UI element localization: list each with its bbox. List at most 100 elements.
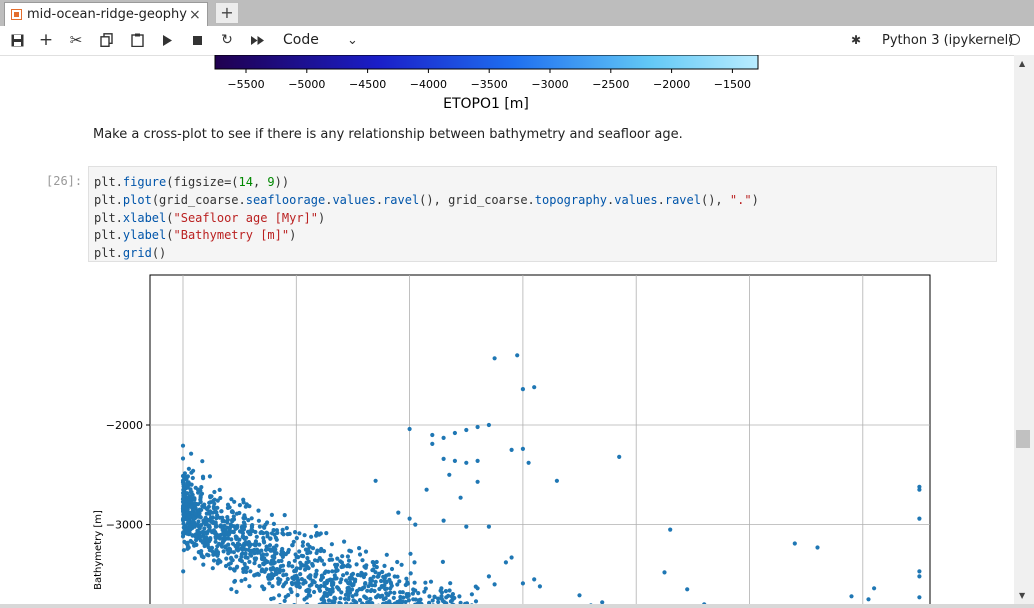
- code-token: plt.: [94, 210, 123, 225]
- data-point: [381, 574, 386, 579]
- data-point: [305, 556, 310, 561]
- restart-icon[interactable]: ↻: [218, 30, 236, 50]
- data-point: [294, 555, 299, 560]
- data-point: [432, 594, 437, 599]
- close-tab-icon[interactable]: ×: [189, 7, 201, 23]
- data-point: [446, 593, 451, 598]
- data-point: [231, 550, 236, 555]
- data-point: [281, 584, 286, 589]
- data-point: [199, 485, 204, 490]
- data-point: [286, 563, 291, 568]
- data-point: [282, 598, 287, 603]
- data-point: [304, 595, 309, 600]
- code-token: plt.: [94, 192, 123, 207]
- data-point: [333, 568, 339, 573]
- code-token: 14: [238, 175, 253, 189]
- data-point: [206, 553, 211, 558]
- data-point: [515, 353, 520, 358]
- data-point: [247, 504, 252, 509]
- debugger-bug-icon[interactable]: ✱: [851, 33, 861, 47]
- stop-icon[interactable]: [188, 30, 206, 50]
- data-point: [917, 595, 922, 600]
- tab-bar: mid-ocean-ridge-geophysics × +: [0, 0, 1034, 26]
- data-point: [322, 598, 327, 603]
- data-point: [439, 590, 444, 595]
- cell-type-select[interactable]: Code: [283, 32, 319, 48]
- data-point: [192, 556, 197, 561]
- cut-icon[interactable]: ✂: [66, 30, 86, 50]
- data-point: [382, 563, 387, 568]
- data-point: [256, 518, 261, 523]
- paste-icon[interactable]: [128, 30, 146, 50]
- scroll-down-icon[interactable]: ▼: [1019, 591, 1025, 600]
- code-cell[interactable]: plt.figure(figsize=(14, 9)) plt.plot(gri…: [88, 166, 997, 262]
- data-point: [322, 593, 327, 598]
- data-point: [295, 576, 300, 581]
- data-point: [203, 515, 208, 520]
- data-point: [475, 458, 480, 463]
- data-point: [187, 515, 192, 520]
- data-point: [458, 495, 463, 500]
- data-point: [305, 551, 310, 556]
- add-cell-icon[interactable]: +: [37, 30, 55, 50]
- save-icon[interactable]: [8, 30, 26, 50]
- data-point: [328, 553, 333, 558]
- data-point: [306, 547, 311, 552]
- data-point: [473, 599, 479, 604]
- data-point: [210, 549, 215, 554]
- data-point: [185, 491, 190, 496]
- code-token: (figsize=(: [166, 175, 239, 189]
- code-token: figure: [122, 175, 167, 189]
- data-point: [486, 574, 491, 579]
- copy-icon[interactable]: [97, 30, 115, 50]
- data-point: [464, 427, 469, 433]
- data-point: [282, 513, 287, 518]
- data-point: [250, 523, 255, 528]
- data-point: [256, 508, 261, 513]
- data-point: [685, 587, 690, 592]
- code-token: values: [332, 192, 376, 207]
- data-point: [281, 568, 286, 573]
- data-point: [309, 534, 314, 539]
- data-point: [223, 563, 229, 569]
- data-point: [182, 474, 187, 479]
- notebook-tab[interactable]: mid-ocean-ridge-geophysics ×: [4, 2, 208, 26]
- data-point: [376, 574, 381, 579]
- data-point: [182, 523, 187, 528]
- data-point: [271, 521, 276, 526]
- data-point: [292, 558, 297, 563]
- colorbar-tick-label: −4500: [349, 78, 386, 91]
- data-point: [872, 586, 877, 591]
- data-point: [392, 590, 397, 595]
- code-editor[interactable]: plt.figure(figsize=(14, 9)) plt.plot(gri…: [94, 174, 759, 263]
- data-point: [441, 435, 446, 440]
- new-tab-button[interactable]: +: [215, 2, 239, 24]
- fast-forward-icon[interactable]: [247, 30, 267, 50]
- data-point: [412, 580, 417, 585]
- data-point: [180, 443, 186, 448]
- horizontal-scrollbar[interactable]: [0, 604, 1034, 608]
- scatter-plot: −2000−3000−4000 Bathymetry [m]: [93, 274, 931, 604]
- data-point: [205, 531, 210, 536]
- run-icon[interactable]: [158, 30, 176, 50]
- scroll-thumb[interactable]: [1016, 430, 1030, 448]
- markdown-cell[interactable]: Make a cross-plot to see if there is any…: [93, 127, 683, 142]
- scroll-up-icon[interactable]: ▲: [1019, 59, 1025, 68]
- data-point: [372, 588, 377, 594]
- data-point: [342, 539, 347, 544]
- vertical-scrollbar[interactable]: ▲ ▼: [1014, 55, 1034, 604]
- data-point: [227, 505, 232, 510]
- code-token: topography: [534, 192, 608, 207]
- chevron-down-icon[interactable]: ⌄: [347, 33, 358, 48]
- data-point: [226, 542, 231, 547]
- data-point: [200, 530, 205, 535]
- data-point: [230, 541, 236, 546]
- data-point: [398, 594, 403, 600]
- data-point: [554, 478, 560, 483]
- data-point: [290, 543, 295, 548]
- kernel-name[interactable]: Python 3 (ipykernel): [882, 33, 1013, 48]
- data-point: [311, 578, 316, 583]
- data-point: [520, 446, 526, 451]
- data-point: [184, 541, 189, 546]
- data-point: [327, 557, 332, 562]
